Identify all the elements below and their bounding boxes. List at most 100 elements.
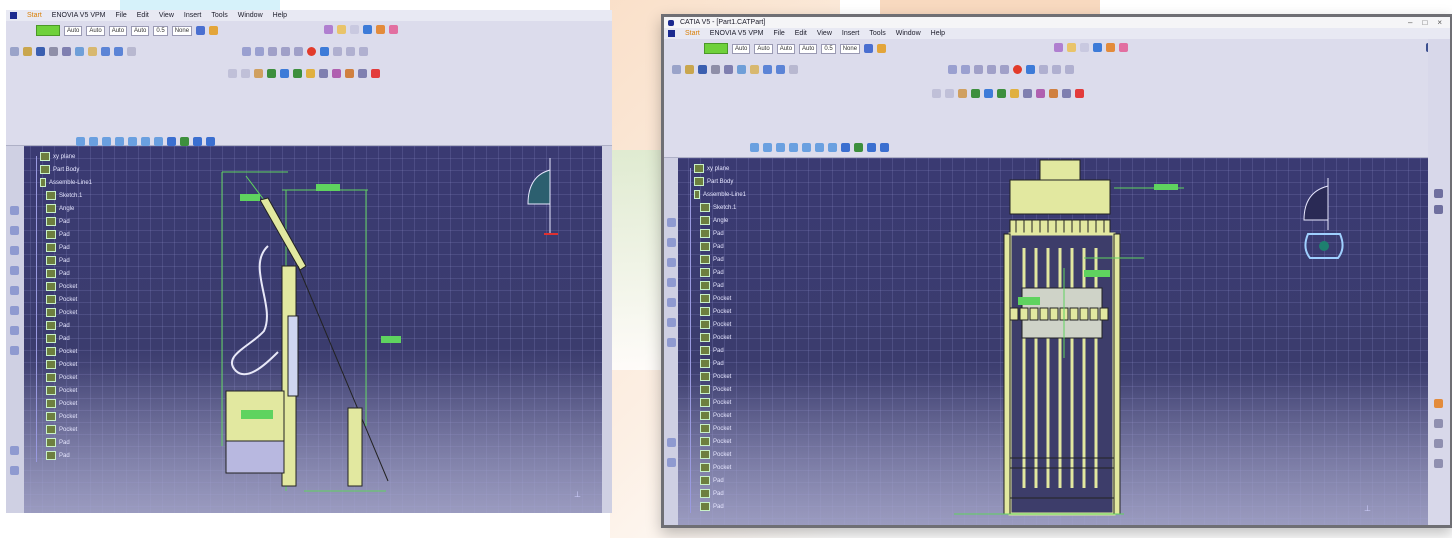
rotate-icon[interactable] (776, 143, 785, 152)
zoom-in-icon[interactable] (789, 143, 798, 152)
hide-show-icon[interactable] (193, 137, 202, 146)
stop-icon[interactable] (307, 47, 316, 56)
measure-icon[interactable] (376, 25, 385, 34)
mirror-icon[interactable] (254, 69, 263, 78)
pocket-icon[interactable] (984, 89, 993, 98)
menu-insert[interactable]: Insert (842, 30, 860, 37)
properties-icon[interactable] (209, 26, 219, 35)
menu-start[interactable]: Start (685, 30, 700, 37)
dimension-icon[interactable] (1000, 65, 1009, 74)
polyline-icon[interactable] (932, 89, 941, 98)
cut-icon[interactable] (62, 47, 71, 56)
view-icon[interactable] (389, 25, 398, 34)
linewidth-combo[interactable]: Auto (776, 43, 796, 54)
palette-tool-icon[interactable] (1434, 399, 1443, 408)
print-icon[interactable] (49, 47, 58, 56)
pan-icon[interactable] (763, 143, 772, 152)
layer-value-combo[interactable]: 0.5 (821, 43, 836, 54)
transparency-combo[interactable]: Auto (732, 43, 751, 54)
axis-tool-icon[interactable] (359, 47, 368, 56)
menu-edit[interactable]: Edit (137, 12, 149, 19)
sketch-icon[interactable] (1054, 43, 1063, 52)
linewidth-combo[interactable]: Auto (108, 25, 128, 36)
compass-widget[interactable] (524, 154, 564, 246)
open-icon[interactable] (23, 47, 32, 56)
3d-viewport[interactable]: xy plane Part Body Assemble-Line1 Sketch.1 A… (6, 146, 612, 513)
save-icon[interactable] (698, 65, 707, 74)
pad-icon[interactable] (267, 69, 276, 78)
copy-icon[interactable] (75, 47, 84, 56)
linetype-combo[interactable]: Auto (754, 43, 773, 54)
menu-help[interactable]: Help (931, 30, 945, 37)
painter-icon[interactable] (196, 26, 206, 35)
analysis-icon[interactable] (1075, 89, 1084, 98)
menu-tools[interactable]: Tools (869, 30, 885, 37)
menu-workbench[interactable]: ENOVIA V5 VPM (52, 12, 106, 19)
color-swatch[interactable] (36, 25, 60, 36)
groove-icon[interactable] (306, 69, 315, 78)
color-swatch[interactable] (704, 43, 728, 54)
line-tool-icon[interactable] (333, 47, 342, 56)
minimize-button[interactable]: – (1408, 18, 1412, 27)
palette-tool-icon[interactable] (1434, 439, 1443, 448)
menu-help[interactable]: Help (273, 12, 287, 19)
shading-icon[interactable] (180, 137, 189, 146)
update-icon[interactable] (363, 25, 372, 34)
undo-icon[interactable] (763, 65, 772, 74)
update-icon[interactable] (1093, 43, 1102, 52)
hole-icon[interactable] (319, 69, 328, 78)
fillet-icon[interactable] (332, 69, 341, 78)
undo-icon[interactable] (101, 47, 110, 56)
chamfer-icon[interactable] (1049, 89, 1058, 98)
copy-icon[interactable] (737, 65, 746, 74)
menu-insert[interactable]: Insert (184, 12, 202, 19)
constraint-icon[interactable] (1067, 43, 1076, 52)
constraint-icon[interactable] (337, 25, 346, 34)
menu-workbench[interactable]: ENOVIA V5 VPM (710, 30, 764, 37)
point-combo[interactable]: Auto (799, 43, 818, 54)
multi-view-icon[interactable] (154, 137, 163, 146)
menu-window[interactable]: Window (896, 30, 921, 37)
3d-viewport[interactable]: xy plane Part Body Assemble-Line1 Sketch.1 A… (664, 158, 1428, 525)
shaft-icon[interactable] (293, 69, 302, 78)
whats-this-icon[interactable] (127, 47, 136, 56)
geometric-constraint-icon[interactable] (987, 65, 996, 74)
constraint-tool-icon[interactable] (320, 47, 329, 56)
compass-widget[interactable] (1298, 174, 1348, 266)
multi-view-icon[interactable] (828, 143, 837, 152)
paste-icon[interactable] (88, 47, 97, 56)
geometric-constraint-icon[interactable] (281, 47, 290, 56)
painter-icon[interactable] (864, 44, 874, 53)
analysis-icon[interactable] (371, 69, 380, 78)
dimension-icon[interactable] (294, 47, 303, 56)
normal-view-icon[interactable] (815, 143, 824, 152)
hole-icon[interactable] (1023, 89, 1032, 98)
chamfer-icon[interactable] (345, 69, 354, 78)
palette-tool-icon[interactable] (1434, 459, 1443, 468)
menu-edit[interactable]: Edit (795, 30, 807, 37)
arc-tool-icon[interactable] (346, 47, 355, 56)
layer-combo[interactable]: None (171, 25, 193, 36)
select-icon[interactable] (350, 25, 359, 34)
linetype-combo[interactable]: Auto (86, 25, 105, 36)
new-icon[interactable] (672, 65, 681, 74)
constraint-tool-icon[interactable] (1026, 65, 1035, 74)
construction-icon[interactable] (974, 65, 983, 74)
sketch-icon[interactable] (324, 25, 333, 34)
point-combo[interactable]: Auto (131, 25, 150, 36)
iso-view-icon[interactable] (167, 137, 176, 146)
palette-tool-icon[interactable] (1434, 205, 1443, 214)
whats-this-icon[interactable] (789, 65, 798, 74)
pocket-icon[interactable] (280, 69, 289, 78)
normal-view-icon[interactable] (141, 137, 150, 146)
hide-show-icon[interactable] (867, 143, 876, 152)
zoom-in-icon[interactable] (115, 137, 124, 146)
mirror-icon[interactable] (958, 89, 967, 98)
menu-file[interactable]: File (773, 30, 784, 37)
zoom-out-icon[interactable] (802, 143, 811, 152)
save-icon[interactable] (36, 47, 45, 56)
swap-space-icon[interactable] (880, 143, 889, 152)
close-button[interactable]: × (1437, 18, 1442, 27)
menu-window[interactable]: Window (238, 12, 263, 19)
menu-file[interactable]: File (115, 12, 126, 19)
